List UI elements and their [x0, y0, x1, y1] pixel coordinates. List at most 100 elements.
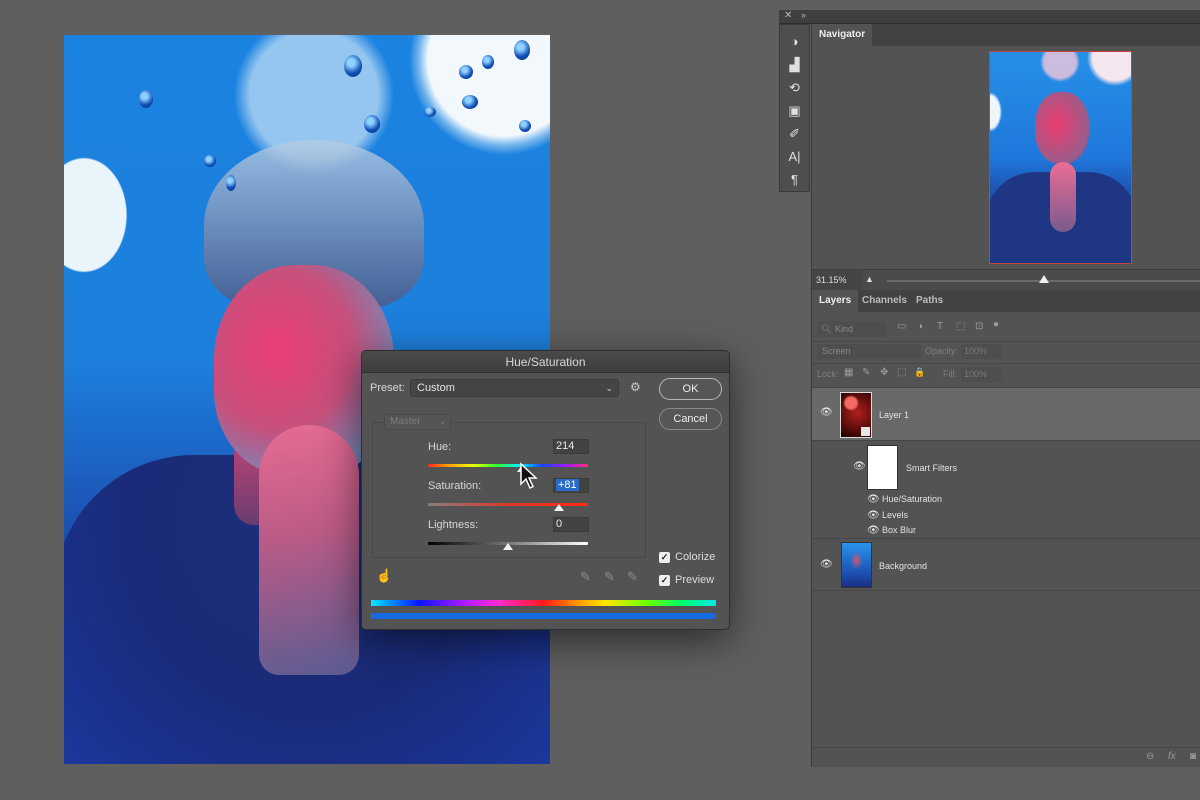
history-icon[interactable]: ⟲ — [780, 76, 809, 99]
preset-dropdown[interactable]: Custom ⌄ — [410, 379, 619, 397]
saturation-input[interactable]: +81 — [553, 478, 589, 493]
zoom-level-field[interactable]: 31.15% — [812, 270, 862, 291]
saturation-slider-thumb[interactable] — [554, 504, 565, 511]
water-drop — [344, 55, 362, 77]
input-color-spectrum — [371, 600, 716, 606]
preview-checkbox[interactable]: ✓ Preview — [659, 574, 714, 586]
shape-filter-icon[interactable]: ⬚ — [956, 321, 965, 332]
opacity-field[interactable]: 100% — [961, 344, 1001, 359]
divider — [812, 341, 1200, 342]
filter-hue-saturation[interactable]: Hue/Saturation — [882, 494, 942, 504]
eyedropper-plus-icon[interactable]: ✎ — [604, 569, 615, 585]
lock-transparent-pixels-icon[interactable]: ▦ — [844, 367, 853, 378]
water-drop — [519, 120, 531, 132]
divider — [812, 363, 1200, 364]
tab-layers[interactable]: Layers — [812, 290, 859, 312]
lock-position-icon[interactable]: ✥ — [880, 367, 888, 378]
visibility-eye-icon[interactable]: 👁 — [820, 407, 833, 418]
checkmark-icon: ✓ — [659, 551, 670, 563]
character-icon[interactable]: A| — [780, 145, 809, 168]
chevron-down-icon: ⌄ — [605, 383, 613, 393]
layers-panel: Layers Channels Paths 🔍︎ Kind ▭ ◑ T ⬚ ⊡ … — [811, 290, 1200, 767]
hue-input[interactable]: 214 — [553, 439, 589, 454]
lightness-input[interactable]: 0 — [553, 517, 589, 532]
lightness-label: Lightness: — [428, 519, 479, 531]
lock-row: Lock: ▦ ✎ ✥ ⬚ 🔒 Fill: 100% — [812, 366, 1200, 384]
fill-label: Fill: — [943, 369, 957, 379]
zoom-slider-thumb[interactable] — [1039, 275, 1049, 283]
colorize-checkbox[interactable]: ✓ Colorize — [659, 551, 715, 563]
eyedropper-minus-icon[interactable]: ✎ — [627, 569, 638, 585]
lock-artboard-icon[interactable]: ⬚ — [897, 367, 906, 378]
visibility-eye-icon[interactable]: 👁 — [820, 559, 833, 570]
libraries-icon[interactable]: ▣ — [780, 99, 809, 122]
layer-row-background[interactable]: 👁 Background — [812, 538, 1200, 591]
tab-navigator[interactable]: Navigator — [812, 24, 873, 46]
tab-channels[interactable]: Channels — [855, 290, 914, 312]
navigator-preview[interactable] — [989, 51, 1132, 264]
close-icon[interactable]: ✕ — [784, 10, 792, 21]
blend-mode-dropdown[interactable]: Screen — [817, 344, 921, 359]
gear-icon[interactable]: ⚙ — [630, 380, 641, 394]
filter-toggle-icon[interactable]: ● — [993, 319, 999, 330]
preset-label: Preset: — [370, 382, 405, 394]
layers-footer: ⊖ fx ◙ — [812, 747, 1200, 767]
layer-thumbnail — [840, 392, 872, 438]
smart-object-filter-icon[interactable]: ⊡ — [975, 321, 983, 332]
fill-field[interactable]: 100% — [961, 367, 1001, 382]
visibility-eye-icon[interactable]: 👁 — [867, 494, 880, 505]
filter-levels[interactable]: Levels — [882, 510, 908, 520]
hue-saturation-dialog: Hue/Saturation Preset: Custom ⌄ ⚙ OK Can… — [361, 350, 730, 630]
saturation-value: +81 — [556, 479, 579, 491]
paragraph-icon[interactable]: ¶ — [780, 168, 809, 191]
pixel-filter-icon[interactable]: ▭ — [897, 321, 906, 332]
eyedropper-icon[interactable]: ✎ — [580, 569, 591, 585]
adjustment-filter-icon[interactable]: ◑ — [917, 321, 923, 332]
link-layers-icon[interactable]: ⊖ — [1146, 751, 1154, 762]
smart-filters-label[interactable]: Smart Filters — [906, 463, 957, 473]
kind-filter-dropdown[interactable]: 🔍︎ Kind — [817, 321, 887, 337]
navigator-zoom-row: 31.15% ▲ — [812, 269, 1200, 291]
water-drop — [424, 107, 436, 117]
adjustments-icon[interactable]: ◑ — [780, 30, 809, 53]
smart-filter-mask-thumbnail[interactable] — [867, 445, 898, 490]
ok-button[interactable]: OK — [659, 378, 722, 400]
lock-image-pixels-icon[interactable]: ✎ — [862, 367, 870, 378]
visibility-eye-icon[interactable]: 👁 — [853, 461, 866, 472]
water-drop — [514, 40, 530, 60]
add-mask-icon[interactable]: ◙ — [1190, 751, 1196, 762]
zoom-out-icon[interactable]: ▲ — [865, 274, 874, 284]
lock-all-icon[interactable]: 🔒 — [914, 367, 925, 378]
blend-row: Screen Opacity: 100% — [812, 343, 1200, 361]
lightness-slider-thumb[interactable] — [503, 543, 513, 550]
navigator-tabbar: Navigator — [812, 24, 1200, 46]
targeted-adjustment-hand-icon[interactable]: ☝ — [376, 568, 392, 584]
visibility-eye-icon[interactable]: 👁 — [867, 525, 880, 536]
layer-row-layer-1[interactable]: 👁 Layer 1 — [812, 387, 1200, 440]
visibility-eye-icon[interactable]: 👁 — [867, 510, 880, 521]
water-drop — [459, 65, 473, 79]
cancel-button[interactable]: Cancel — [659, 408, 722, 430]
type-filter-icon[interactable]: T — [937, 321, 943, 332]
brush-settings-icon[interactable]: ✐ — [780, 122, 809, 145]
filter-box-blur[interactable]: Box Blur — [882, 525, 916, 535]
channel-dropdown[interactable]: Master ⌄ — [384, 414, 451, 430]
fx-icon[interactable]: fx — [1168, 751, 1176, 762]
dialog-title: Hue/Saturation — [362, 351, 729, 373]
tab-paths[interactable]: Paths — [909, 290, 950, 312]
search-icon: 🔍︎ — [821, 324, 833, 334]
panel-dock-header: ✕ » — [779, 10, 1200, 24]
colorize-label: Colorize — [675, 551, 716, 563]
water-drop — [139, 90, 153, 108]
preview-hands — [1050, 162, 1076, 232]
opacity-label: Opacity: — [925, 346, 959, 356]
chevron-down-icon: ⌄ — [439, 417, 446, 426]
mouse-cursor-icon — [520, 462, 538, 490]
output-color-bar — [371, 613, 716, 619]
collapse-panels-icon[interactable]: » — [801, 10, 806, 20]
layer-name: Layer 1 — [879, 410, 910, 420]
hue-slider[interactable] — [428, 464, 588, 467]
hue-label: Hue: — [428, 441, 452, 453]
water-drop — [364, 115, 380, 133]
histogram-icon[interactable]: ▟ — [780, 53, 809, 76]
